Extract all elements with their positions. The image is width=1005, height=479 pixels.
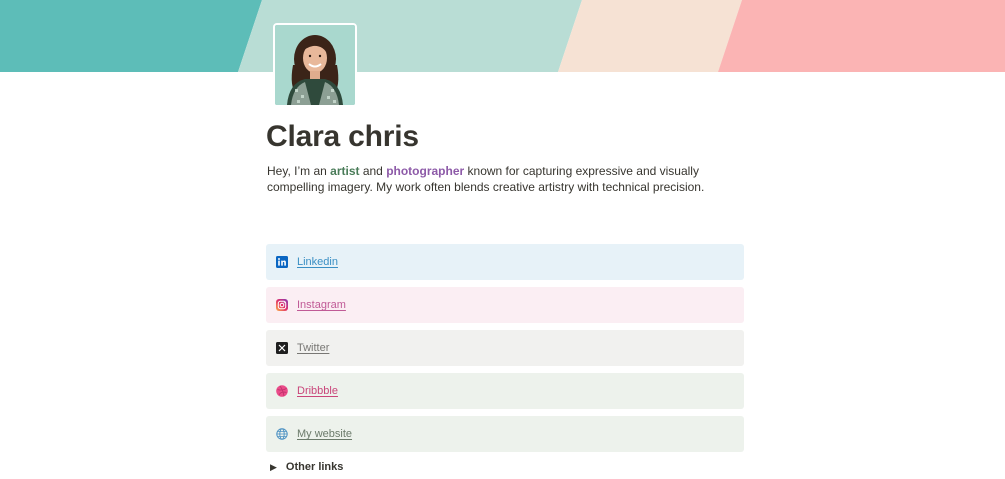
link-linkedin[interactable]: Linkedin xyxy=(266,244,744,280)
link-label: Instagram xyxy=(297,299,346,311)
link-instagram[interactable]: Instagram xyxy=(266,287,744,323)
globe-icon xyxy=(276,428,288,440)
other-links-toggle[interactable]: ▶ Other links xyxy=(270,461,343,473)
link-label: Linkedin xyxy=(297,256,338,268)
link-label: My website xyxy=(297,428,353,440)
bio-highlight-artist: artist xyxy=(330,164,360,178)
link-dribbble[interactable]: Dribbble xyxy=(266,373,744,409)
links-list: Linkedin Instagram Twitter Dribbble My w… xyxy=(266,244,744,459)
x-twitter-icon xyxy=(276,342,288,354)
instagram-icon xyxy=(276,299,288,311)
avatar xyxy=(273,23,357,107)
page-title: Clara chris xyxy=(266,120,419,153)
bio-paragraph: Hey, I’m an artist and photographer know… xyxy=(267,163,737,195)
bio-text: Hey, I’m an xyxy=(267,164,331,178)
link-twitter[interactable]: Twitter xyxy=(266,330,744,366)
link-label: Twitter xyxy=(297,342,330,354)
link-my-website[interactable]: My website xyxy=(266,416,744,452)
link-label: Dribbble xyxy=(297,385,338,397)
bio-highlight-photographer: photographer xyxy=(386,164,465,178)
toggle-label: Other links xyxy=(285,461,344,473)
linkedin-icon xyxy=(276,256,288,268)
cover-banner xyxy=(0,0,1005,72)
bio-text: and xyxy=(359,164,387,178)
triangle-right-icon[interactable]: ▶ xyxy=(270,462,277,473)
dribbble-icon xyxy=(276,385,288,397)
